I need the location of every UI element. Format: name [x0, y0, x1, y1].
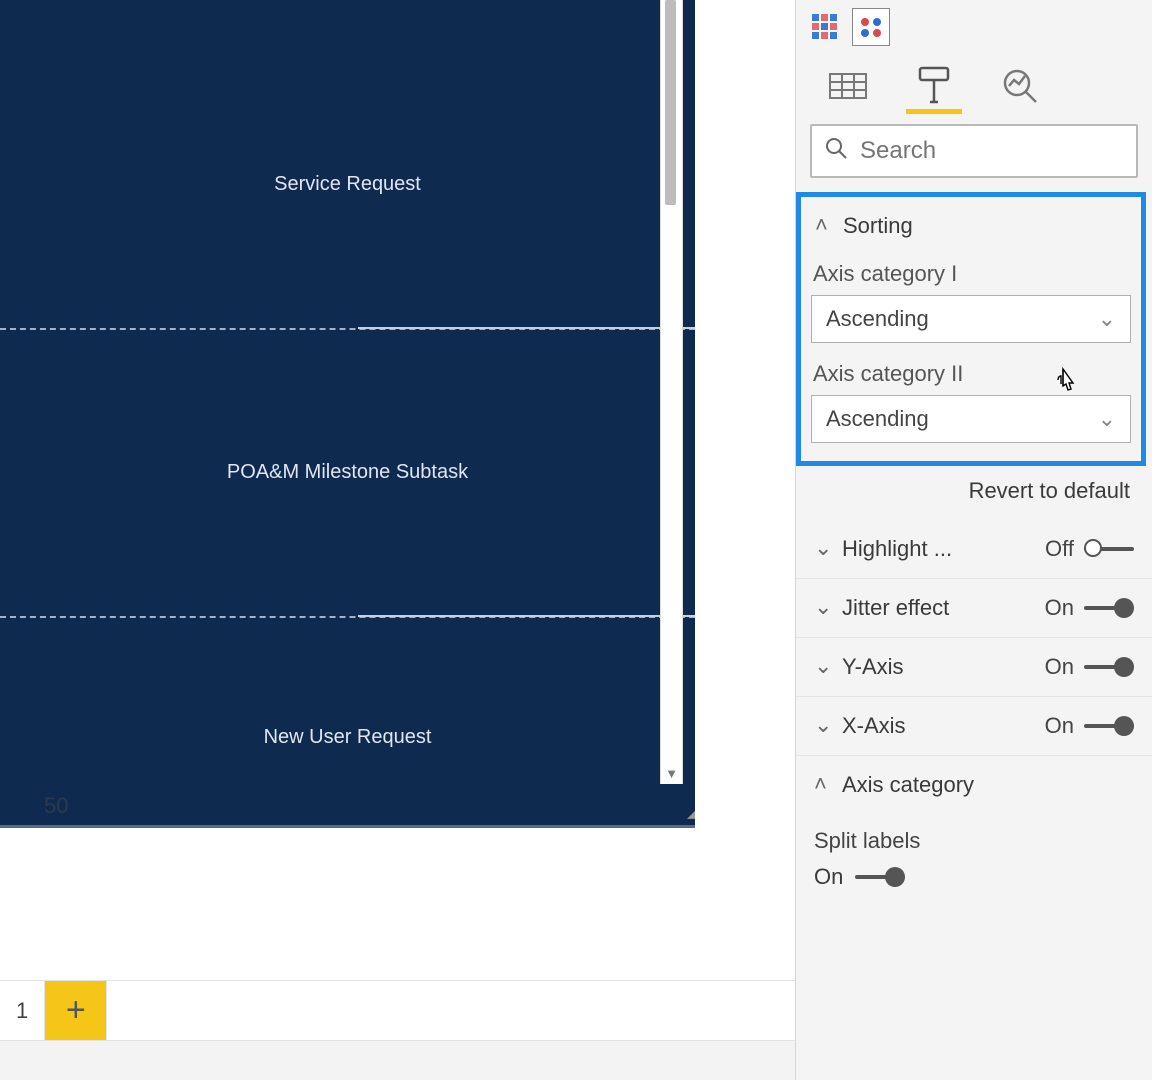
yaxis-label: Y-Axis	[842, 654, 904, 680]
xaxis-tick-label: 50	[44, 793, 68, 819]
jitter-toggle[interactable]: On	[1045, 595, 1134, 621]
chevron-down-icon: ⌄	[1098, 306, 1116, 332]
yaxis-toggle[interactable]: On	[1045, 654, 1134, 680]
canvas-gutter	[695, 0, 701, 830]
page-tab[interactable]: 1	[0, 981, 45, 1041]
axis1-value: Ascending	[826, 306, 929, 332]
page-tabbar: 1 +	[0, 980, 795, 1040]
toggle-switch[interactable]	[855, 867, 905, 887]
revert-label: Revert to default	[969, 478, 1130, 503]
split-labels-subsection: Split labels On	[796, 814, 1152, 908]
chart-row: Service Request	[0, 0, 695, 328]
chevron-up-icon: ˄	[815, 212, 833, 238]
format-pane: ˄ Sorting Axis category I Ascending ⌄ Ax…	[795, 0, 1152, 1080]
highlight-label: Highlight ...	[842, 536, 952, 562]
row-label: New User Request	[264, 726, 432, 749]
xaxis-toggle[interactable]: On	[1045, 713, 1134, 739]
search-wrap	[796, 114, 1152, 192]
chevron-down-icon: ⌄	[814, 535, 832, 561]
status-bar	[0, 1040, 795, 1080]
sorting-section-highlight: ˄ Sorting Axis category I Ascending ⌄ Ax…	[796, 192, 1146, 466]
toggle-switch[interactable]	[1084, 539, 1134, 559]
jitter-label: Jitter effect	[842, 595, 949, 621]
chevron-up-icon: ˄	[814, 771, 832, 797]
search-input[interactable]	[860, 137, 1124, 165]
row-label: POA&M Milestone Subtask	[227, 461, 468, 484]
search-box[interactable]	[810, 124, 1138, 178]
split-labels-state: On	[814, 864, 843, 890]
jitter-row[interactable]: ⌄ Jitter effect On	[796, 579, 1152, 638]
axis-category-title: Axis category	[842, 772, 974, 798]
revert-to-default-link[interactable]: Revert to default	[796, 468, 1152, 520]
chart-row: New User Request	[0, 616, 695, 828]
jitter-state: On	[1045, 595, 1074, 621]
highlight-row[interactable]: ⌄ Highlight ... Off	[796, 520, 1152, 579]
row-divider-solid	[358, 327, 695, 329]
chevron-down-icon: ⌄	[1098, 406, 1116, 432]
visualization-gallery-row	[796, 0, 1152, 56]
chart-row: POA&M Milestone Subtask	[0, 328, 695, 616]
add-page-button[interactable]: +	[45, 981, 107, 1041]
chevron-down-icon: ⌄	[814, 712, 832, 738]
row-label: Service Request	[274, 173, 421, 196]
visual-wrap: Service Request POA&M Milestone Subtask …	[0, 0, 735, 830]
axis1-label: Axis category I	[813, 261, 1131, 287]
xaxis-label: X-Axis	[842, 713, 906, 739]
highlight-toggle[interactable]: Off	[1045, 536, 1134, 562]
sorting-title: Sorting	[843, 213, 913, 239]
chevron-down-icon: ⌄	[814, 594, 832, 620]
toggle-switch[interactable]	[1084, 657, 1134, 677]
yaxis-state: On	[1045, 654, 1074, 680]
yaxis-row[interactable]: ⌄ Y-Axis On	[796, 638, 1152, 697]
axis1-select[interactable]: Ascending ⌄	[811, 295, 1131, 343]
highlight-state: Off	[1045, 536, 1074, 562]
toggle-switch[interactable]	[1084, 598, 1134, 618]
xaxis-row[interactable]: ⌄ X-Axis On	[796, 697, 1152, 756]
pane-tabs	[796, 56, 1152, 114]
axis-category-header[interactable]: ˄ Axis category	[796, 756, 1152, 814]
format-tab[interactable]	[906, 62, 962, 114]
split-labels-title: Split labels	[814, 828, 1134, 854]
axis2-select[interactable]: Ascending ⌄	[811, 395, 1131, 443]
chart-visual[interactable]: Service Request POA&M Milestone Subtask …	[0, 0, 695, 828]
scrollbar-down-arrow-icon[interactable]: ▼	[661, 762, 682, 784]
analytics-tab[interactable]	[992, 62, 1048, 114]
fields-tab[interactable]	[820, 62, 876, 114]
toggle-switch[interactable]	[1084, 716, 1134, 736]
chevron-down-icon: ⌄	[814, 653, 832, 679]
visual-vertical-scrollbar[interactable]: ▼	[660, 0, 683, 784]
plus-icon: +	[66, 991, 86, 1030]
page-tab-label: 1	[16, 998, 28, 1024]
row-divider-solid	[358, 615, 695, 617]
app-root: Service Request POA&M Milestone Subtask …	[0, 0, 1152, 1080]
xaxis-state: On	[1045, 713, 1074, 739]
scrollbar-thumb[interactable]	[665, 0, 676, 205]
report-canvas-area: Service Request POA&M Milestone Subtask …	[0, 0, 795, 1080]
search-icon	[824, 136, 848, 166]
sorting-header[interactable]: ˄ Sorting	[811, 207, 1131, 243]
axis2-label: Axis category II	[813, 361, 1131, 387]
key-influencers-icon[interactable]	[852, 8, 890, 46]
axis2-value: Ascending	[826, 406, 929, 432]
matrix-icon[interactable]	[806, 8, 844, 46]
split-labels-toggle[interactable]: On	[814, 864, 1134, 908]
